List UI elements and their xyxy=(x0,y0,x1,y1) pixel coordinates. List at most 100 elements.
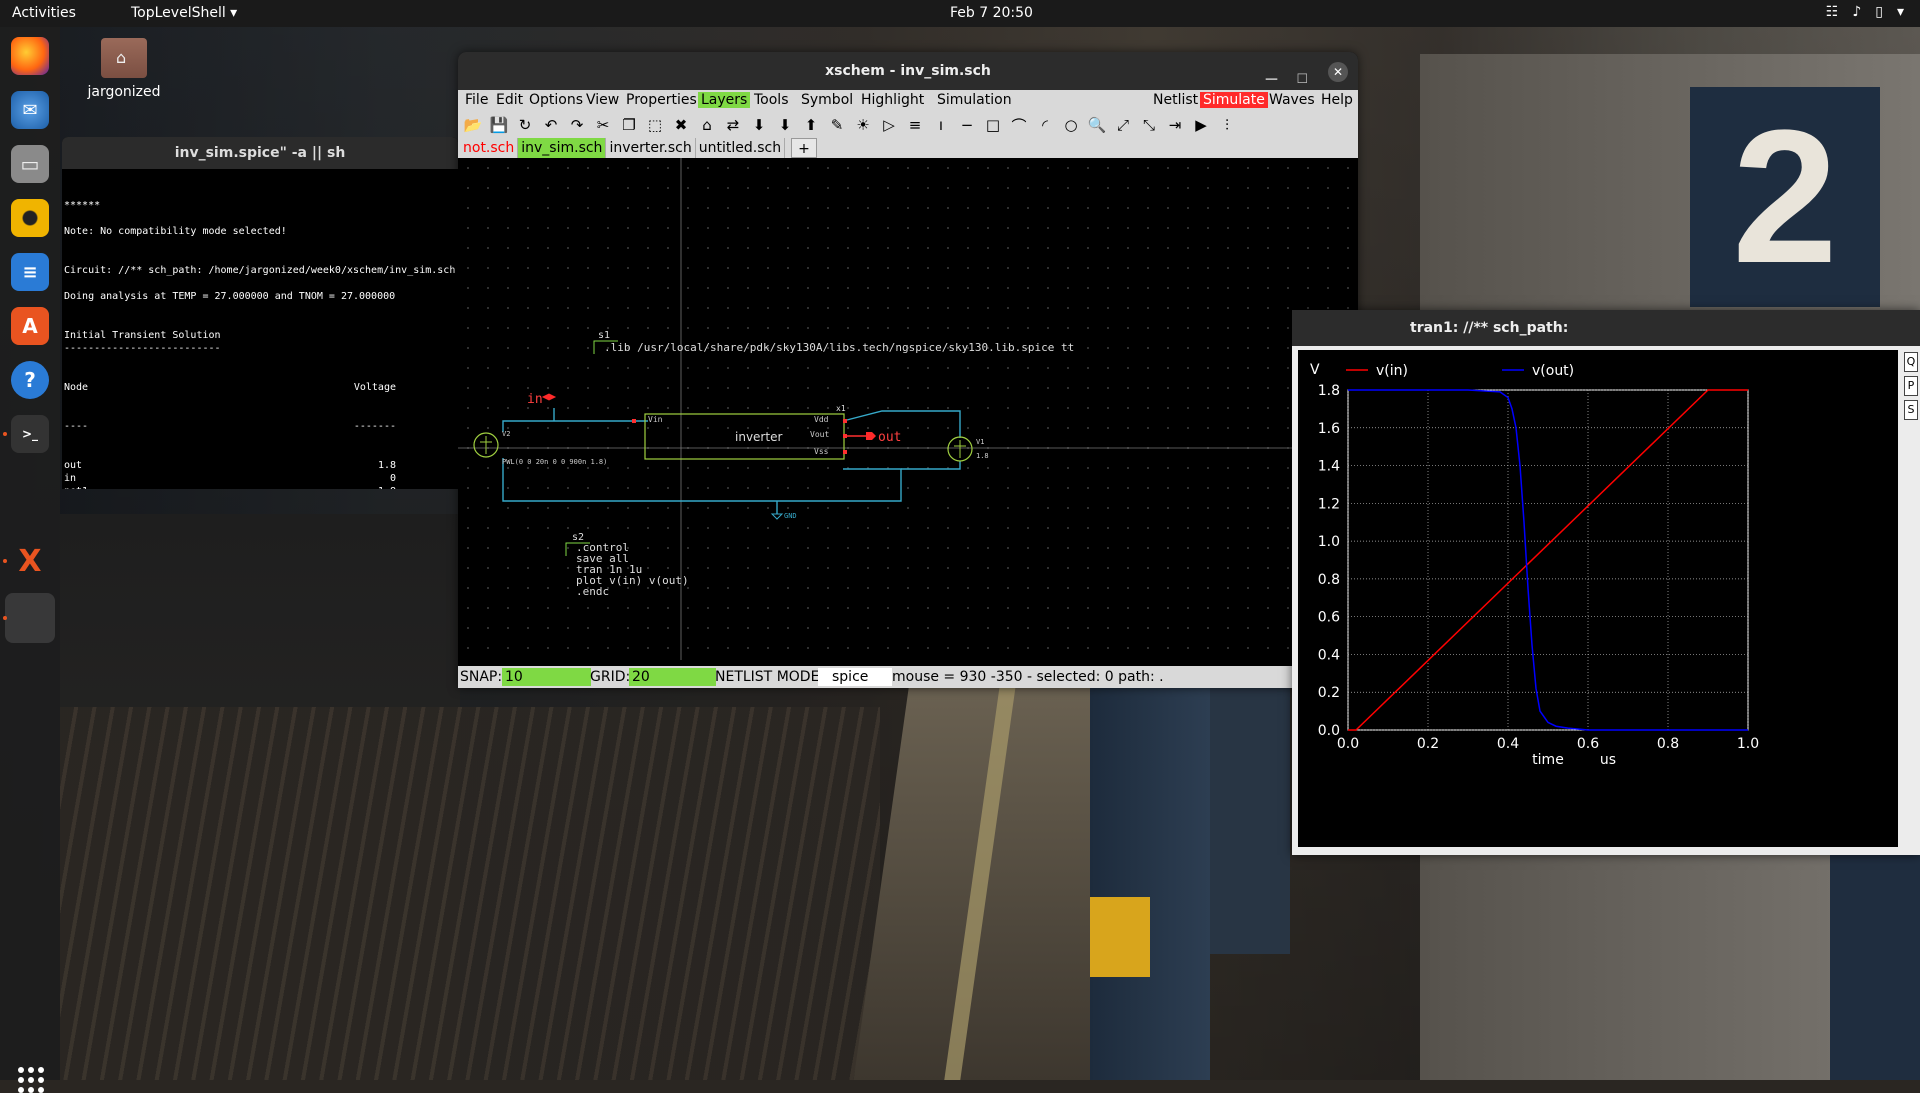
toolbar-icon[interactable]: ⬇ xyxy=(772,116,798,134)
terminal-title[interactable]: inv_sim.spice" -a || sh xyxy=(62,137,458,169)
tab-untitled-sch[interactable]: untitled.sch xyxy=(696,138,786,158)
network-icon[interactable]: ☷ xyxy=(1826,4,1839,20)
toolbar-icon[interactable]: 💾 xyxy=(486,116,512,134)
toolbar-icon[interactable]: ✂ xyxy=(590,116,616,134)
v2-value: PWL(0 0 20n 0 0 900n 1.8) xyxy=(502,458,607,466)
menu-simulation[interactable]: Simulation xyxy=(934,92,1015,108)
toolbar-icon[interactable]: ⌒ xyxy=(1006,115,1032,136)
toolbar-icon[interactable]: ı xyxy=(928,116,954,134)
toolbar-icon[interactable]: ↻ xyxy=(512,116,538,134)
toolbar-icon[interactable]: ○ xyxy=(1058,116,1084,134)
writer-icon[interactable]: ≡ xyxy=(11,253,49,291)
snap-value[interactable]: 10 xyxy=(502,668,591,686)
toolbar-icon[interactable]: 🔍 xyxy=(1084,116,1110,134)
software-center-icon[interactable]: A xyxy=(11,307,49,345)
tab-not-sch[interactable]: not.sch xyxy=(460,138,519,158)
terminal-icon[interactable]: >_ xyxy=(11,415,49,453)
tab-inv-sim-sch[interactable]: inv_sim.sch xyxy=(518,138,607,158)
terminal-line: Circuit: //** sch_path: /home/jargonized… xyxy=(64,265,456,276)
wallpaper-tracks xyxy=(60,707,880,1080)
show-applications-icon[interactable] xyxy=(18,1067,44,1093)
terminal-output[interactable]: ****** Note: No compatibility mode select… xyxy=(62,169,458,489)
clock[interactable]: Feb 7 20:50 xyxy=(950,5,1033,21)
toolbar-icon[interactable]: □ xyxy=(980,116,1006,134)
netlist-mode-value[interactable]: spice xyxy=(818,668,892,686)
toolbar-icon[interactable]: ↶ xyxy=(538,116,564,134)
activities-button[interactable]: Activities xyxy=(12,5,76,21)
v2-label: V2 xyxy=(502,430,510,438)
netlist-button[interactable]: Netlist xyxy=(1150,92,1201,108)
x-tick-label: 0.6 xyxy=(1577,736,1599,752)
side-button-q[interactable]: Q xyxy=(1904,352,1918,372)
firefox-icon[interactable] xyxy=(11,37,49,75)
toolbar-icon[interactable]: ◜ xyxy=(1032,116,1058,134)
y-tick-label: 0.2 xyxy=(1318,685,1340,701)
system-tray[interactable]: ☷ ♪ ▯ ▾ xyxy=(1826,4,1904,20)
help-icon[interactable]: ? xyxy=(11,361,49,399)
menu-symbol[interactable]: Symbol xyxy=(798,92,856,108)
menu-highlight[interactable]: Highlight xyxy=(858,92,927,108)
waveform-window[interactable]: tran1: //** sch_path: /home/jargonized/w… xyxy=(1292,310,1920,855)
simulate-button[interactable]: Simulate xyxy=(1200,92,1268,108)
waveform-plot[interactable]: 0.0 0.2 0.4 0.6 0.8 1.0 1.2 1.4 1.6 1.8 0.0 0.2 0.4 0… xyxy=(1298,350,1898,847)
menu-layers[interactable]: Layers xyxy=(698,92,751,108)
toolbar-icon[interactable]: ▶ xyxy=(1188,116,1214,134)
menu-file[interactable]: File xyxy=(462,92,491,108)
out-label: out xyxy=(878,430,901,445)
toolbar-icon[interactable]: ⫶ xyxy=(1214,116,1240,134)
grid-value[interactable]: 20 xyxy=(629,668,716,686)
waves-button[interactable]: Waves xyxy=(1266,92,1318,108)
toolbar-icon[interactable]: 📂 xyxy=(460,116,486,134)
menu-view[interactable]: View xyxy=(583,92,622,108)
xschem-title-bar[interactable]: xschem - inv_sim.sch — ☐ ✕ xyxy=(458,52,1358,90)
s2-text: .controlsave alltran 1n 1uplot v(in) v(o… xyxy=(576,541,689,598)
files-icon[interactable]: ▭ xyxy=(11,145,49,183)
chevron-down-icon[interactable]: ▾ xyxy=(1897,4,1904,20)
schematic-canvas[interactable]: s1 .lib /usr/local/share/pdk/sky130A/lib… xyxy=(458,158,1358,660)
side-button-s[interactable]: S xyxy=(1904,400,1918,420)
waveform-title[interactable]: tran1: //** sch_path: /home/jargonized/w… xyxy=(1292,310,1920,372)
inverter-label: inverter xyxy=(735,430,782,444)
rhythmbox-icon[interactable] xyxy=(11,199,49,237)
voltage-table: out1.8in0net11.8v2#branch0v1#branch-2.03… xyxy=(64,459,456,489)
volume-icon[interactable]: ♪ xyxy=(1852,4,1861,20)
toolbar-icon[interactable]: ☀ xyxy=(850,116,876,134)
tab-inverter-sch[interactable]: inverter.sch xyxy=(606,138,696,158)
pin-vdd: Vdd xyxy=(814,415,829,424)
app-menu[interactable]: TopLevelShell ▾ xyxy=(131,5,237,21)
close-icon[interactable]: ✕ xyxy=(1328,62,1348,82)
new-tab-button[interactable]: + xyxy=(791,138,817,158)
toolbar-icon[interactable]: ⬆ xyxy=(798,116,824,134)
menu-options[interactable]: Options xyxy=(526,92,586,108)
help-button[interactable]: Help xyxy=(1318,92,1356,108)
menu-edit[interactable]: Edit xyxy=(493,92,526,108)
xschem-icon[interactable]: X xyxy=(11,542,49,580)
battery-icon[interactable]: ▯ xyxy=(1875,4,1883,20)
toolbar-icon[interactable]: ▷ xyxy=(876,116,902,134)
toolbar-icon[interactable]: ↷ xyxy=(564,116,590,134)
toolbar-icon[interactable]: ✎ xyxy=(824,116,850,134)
toolbar-icon[interactable]: ⬚ xyxy=(642,116,668,134)
toolbar-icon[interactable]: ⬇ xyxy=(746,116,772,134)
side-button-p[interactable]: P xyxy=(1904,376,1918,396)
toolbar-icon[interactable]: ⇄ xyxy=(720,116,746,134)
home-folder-desktop-icon[interactable]: ⌂ jargonized xyxy=(84,36,164,100)
xschem-window[interactable]: xschem - inv_sim.sch — ☐ ✕ File Edit Opt… xyxy=(458,52,1358,688)
y-axis-label: V xyxy=(1310,362,1320,378)
toolbar-icon[interactable]: − xyxy=(954,116,980,134)
menu-tools[interactable]: Tools xyxy=(751,92,792,108)
thunderbird-icon[interactable]: ✉ xyxy=(11,91,49,129)
toolbar-icon[interactable]: ❐ xyxy=(616,116,642,134)
toolbar-icon[interactable]: ⤡ xyxy=(1136,116,1162,134)
menu-properties[interactable]: Properties xyxy=(623,92,700,108)
terminal-window[interactable]: inv_sim.spice" -a || sh ****** Note: No c… xyxy=(62,137,458,489)
toolbar-icon[interactable]: ⇥ xyxy=(1162,116,1188,134)
active-app-icon[interactable] xyxy=(5,593,55,643)
toolbar-icon[interactable]: ⤢ xyxy=(1110,116,1136,134)
toolbar-icon[interactable]: ⌂ xyxy=(694,116,720,134)
toolbar-icon[interactable]: ✖ xyxy=(668,116,694,134)
table-rule-row: ---- ------- xyxy=(64,421,396,432)
legend-label: v(in) xyxy=(1376,363,1408,379)
toolbar-icon[interactable]: ≡ xyxy=(902,116,928,134)
